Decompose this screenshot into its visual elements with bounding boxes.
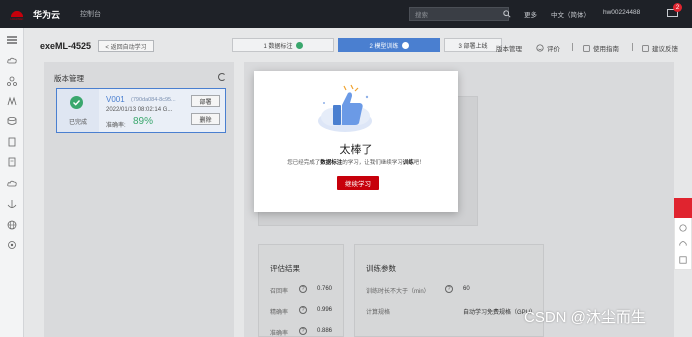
metric-label: 精确率 — [270, 310, 289, 316]
check-icon — [401, 41, 409, 49]
step-label: 2 模型训练 — [369, 43, 399, 50]
smile-icon — [536, 44, 544, 52]
help-icon[interactable]: ? — [299, 327, 307, 335]
step-label: 3 部署上线 — [458, 43, 488, 50]
guide-label: 使用指南 — [593, 46, 619, 53]
step-data-labeling[interactable]: 1 数据标注 — [232, 38, 334, 52]
modal-desc-bold-labeling: 数据标注 — [320, 160, 343, 166]
delete-button[interactable]: 删除 — [191, 113, 220, 125]
evaluation-title: 评估结果 — [270, 264, 300, 273]
huawei-logo-text: HUAWEI — [10, 16, 24, 21]
modal-title: 太棒了 — [339, 144, 373, 156]
edit-icon[interactable] — [679, 256, 687, 264]
modal-desc-suffix: 吧！ — [413, 160, 425, 166]
help-icon[interactable]: ? — [299, 306, 307, 314]
huawei-logo[interactable]: HUAWEI — [6, 5, 28, 23]
user-menu[interactable]: hw00224488 — [603, 9, 640, 16]
help-icon[interactable]: ? — [299, 285, 307, 293]
modal-desc-bold-training: 训练 — [402, 160, 414, 166]
more-menu[interactable]: 更多 — [524, 9, 537, 19]
deploy-button[interactable]: 部署 — [191, 95, 220, 107]
thumbs-up-icon — [318, 84, 372, 132]
metric-label: 准确率 — [270, 331, 289, 337]
version-panel-title: 版本管理 — [54, 74, 84, 83]
feedback-icon — [642, 44, 649, 52]
headset-icon[interactable] — [679, 240, 687, 248]
anchor-icon[interactable] — [7, 199, 17, 209]
chat-icon[interactable] — [679, 224, 687, 232]
version-manage-label: 版本管理 — [496, 46, 522, 53]
param-label: 计算规格 — [366, 310, 391, 316]
globe-icon[interactable] — [7, 220, 17, 230]
brand-name[interactable]: 华为云 — [33, 8, 60, 21]
metric-value: 0.996 — [317, 307, 333, 313]
modal-desc-prefix: 您已经完成了 — [287, 160, 321, 166]
version-id: (790da084-8c95... — [131, 97, 176, 103]
file-icon[interactable] — [7, 157, 17, 167]
book-icon — [583, 44, 590, 52]
cloud-icon[interactable] — [7, 56, 17, 66]
back-to-automl-button[interactable]: < 返回自动学习 — [98, 40, 154, 52]
modal-description: 您已经完成了数据标注的学习，让我们继续学习训练吧！ — [254, 158, 458, 166]
document-icon[interactable] — [7, 137, 17, 147]
version-status: 已完成 — [69, 120, 88, 126]
check-icon — [295, 41, 303, 49]
training-title: 训练参数 — [366, 264, 396, 273]
help-icon[interactable]: ? — [445, 285, 453, 293]
step-model-training[interactable]: 2 模型训练 — [338, 38, 440, 52]
refresh-icon[interactable] — [218, 73, 226, 81]
metric-value: 0.886 — [317, 328, 333, 334]
accuracy-label: 准确率: — [106, 123, 126, 129]
watermark: CSDN @沐尘而生 — [524, 309, 646, 326]
menu-icon[interactable] — [7, 35, 17, 45]
search-icon[interactable] — [500, 7, 514, 21]
metric-value: 0.760 — [317, 286, 333, 292]
guide-link[interactable]: 使用指南 — [583, 43, 619, 53]
settings-icon[interactable] — [7, 240, 17, 250]
rate-label: 评价 — [547, 46, 560, 53]
version-date: 2022/01/13 08:02:14 G... — [106, 107, 173, 113]
continue-learning-button[interactable]: 继续学习 — [337, 176, 379, 190]
promo-icon[interactable] — [674, 198, 692, 218]
version-name: V001 — [106, 95, 125, 104]
language-menu[interactable]: 中文（简体） — [551, 9, 590, 19]
divider — [572, 43, 573, 51]
param-value: 60 — [463, 286, 470, 292]
accuracy-value: 89% — [133, 116, 154, 127]
network-icon[interactable] — [7, 76, 17, 86]
divider — [632, 43, 633, 51]
search-input[interactable]: 搜索 — [409, 7, 509, 21]
cloud-service-icon[interactable] — [7, 178, 17, 188]
huawei-logo-mark — [11, 7, 23, 17]
feedback-link[interactable]: 建议反馈 — [642, 43, 678, 53]
version-manage-link[interactable]: 版本管理 — [496, 43, 522, 53]
rate-link[interactable]: 评价 — [536, 43, 560, 53]
check-circle-icon — [70, 96, 83, 109]
mail-badge: 2 — [673, 3, 682, 12]
analytics-icon[interactable] — [7, 96, 17, 106]
console-link[interactable]: 控制台 — [80, 9, 101, 19]
param-label: 训练时长不大于（min） — [366, 289, 430, 295]
step-label: 1 数据标注 — [263, 43, 293, 50]
step-deploy[interactable]: 3 部署上线 — [444, 38, 502, 52]
metric-label: 召回率 — [270, 289, 289, 295]
storage-icon[interactable] — [7, 116, 17, 126]
modal-desc-mid: 的学习，让我们继续学习 — [342, 160, 403, 166]
feedback-label: 建议反馈 — [652, 46, 678, 53]
page-title: exeML-4525 — [40, 41, 92, 51]
